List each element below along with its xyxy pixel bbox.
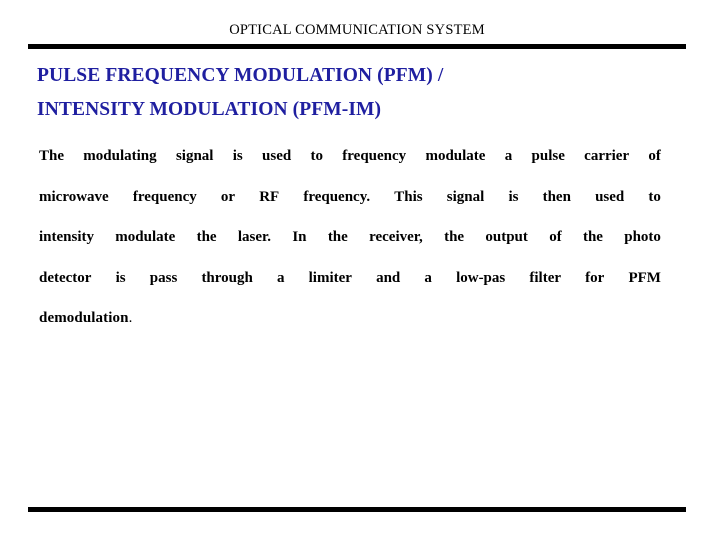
body-word: modulating — [83, 148, 157, 164]
body-word: of — [648, 148, 661, 164]
body-word: frequency — [132, 188, 197, 205]
body-word: output — [485, 229, 528, 245]
body-word: detector — [39, 269, 92, 286]
body-word: This — [394, 188, 423, 205]
body-word: signal — [175, 148, 214, 164]
footer-divider-rule — [28, 507, 686, 512]
body-word: through — [201, 269, 253, 286]
body-word: is — [508, 188, 519, 205]
body-word: frequency. — [303, 188, 371, 205]
body-line-3: intensity modulate the laser. In the receiver,… — [39, 227, 661, 268]
body-word: pulse — [531, 148, 565, 164]
body-word: the — [444, 229, 465, 245]
body-word: RF — [259, 188, 280, 205]
body-word: or — [220, 188, 236, 205]
body-word: is — [115, 269, 126, 286]
body-word: modulate — [115, 229, 176, 245]
body-line-4: detector is pass through a limiter and a low-pas… — [39, 268, 661, 309]
body-word: of — [549, 229, 562, 245]
body-word: PFM — [628, 269, 661, 286]
body-last-punctuation: . — [128, 310, 133, 326]
slide-header-title: OPTICAL COMMUNICATION SYSTEM — [229, 22, 485, 38]
body-word: the — [582, 229, 603, 245]
body-word: to — [648, 188, 661, 205]
body-paragraph: The modulating signal is used to frequency modu… — [39, 146, 661, 349]
body-word: a — [424, 269, 432, 286]
body-word: a — [277, 269, 285, 286]
body-word: the — [327, 229, 348, 245]
slide-canvas: OPTICAL COMMUNICATION SYSTEM PULSE FREQU… — [0, 0, 720, 540]
body-word: frequency — [342, 148, 407, 164]
body-word: for — [585, 269, 605, 286]
body-word: the — [196, 229, 217, 245]
body-word: pass — [149, 269, 178, 286]
body-word: In — [292, 229, 307, 245]
body-word: a — [504, 148, 513, 164]
heading-line-1: PULSE FREQUENCY MODULATION (PFM) / — [37, 65, 444, 86]
header-divider-rule — [28, 44, 686, 49]
body-word: microwave — [39, 188, 109, 205]
slide-heading: PULSE FREQUENCY MODULATION (PFM) / INTEN… — [37, 59, 677, 127]
body-word: The — [39, 148, 65, 164]
body-word: to — [310, 148, 324, 164]
body-word: modulate — [425, 148, 486, 164]
body-last-word: demodulation — [39, 310, 129, 326]
body-word: low-pas — [456, 269, 506, 286]
body-line-5: demodulation. — [39, 308, 661, 349]
body-line-2: microwave frequency or RF frequency. This sign… — [39, 187, 661, 228]
body-word: is — [232, 148, 243, 164]
body-word: and — [376, 269, 401, 286]
body-word: photo — [624, 229, 661, 245]
body-word: used — [595, 188, 625, 205]
body-word: intensity — [39, 229, 95, 245]
body-word: receiver, — [369, 229, 423, 245]
body-word: limiter — [308, 269, 352, 286]
body-word: laser. — [237, 229, 272, 245]
heading-line-2: INTENSITY MODULATION (PFM-IM) — [37, 99, 382, 120]
body-word: then — [542, 188, 571, 205]
body-line-1: The modulating signal is used to frequency modu… — [39, 146, 661, 187]
body-word: signal — [446, 188, 485, 205]
body-word: used — [262, 148, 292, 164]
body-word: carrier — [584, 148, 630, 164]
body-word: filter — [529, 269, 562, 286]
